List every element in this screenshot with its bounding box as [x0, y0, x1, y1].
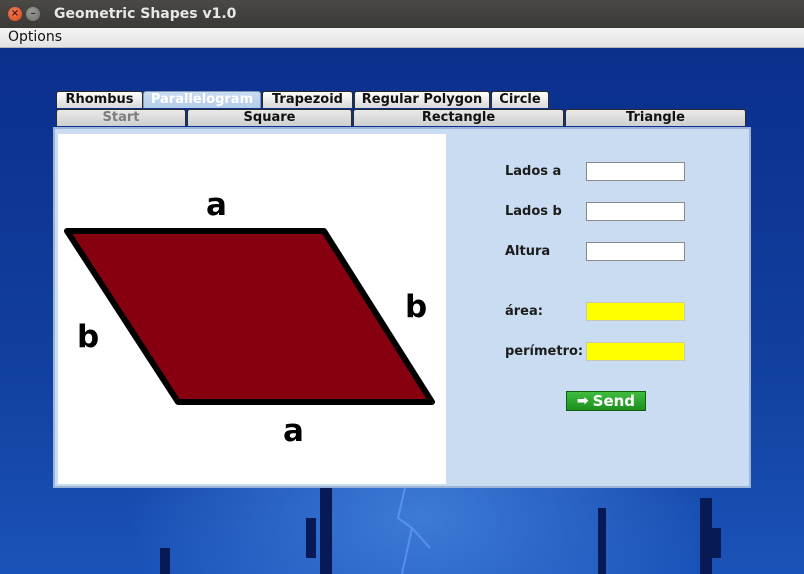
tab-triangle[interactable]: Triangle [565, 109, 746, 126]
title-bar: × – Geometric Shapes v1.0 [0, 0, 804, 28]
area-result-field[interactable] [586, 302, 685, 321]
send-button[interactable]: ➡ Send [566, 391, 646, 411]
label-lados-a: Lados a [505, 164, 562, 179]
parallelogram-panel: a a b b Lados a Lados b Altura área: per… [53, 127, 751, 488]
menu-options[interactable]: Options [8, 29, 62, 45]
minimize-icon[interactable]: – [26, 7, 40, 21]
tab-regular-polygon[interactable]: Regular Polygon [354, 91, 490, 108]
parallelogram-shape [64, 228, 435, 405]
tab-parallelogram[interactable]: Parallelogram [143, 91, 261, 108]
tab-rhombus[interactable]: Rhombus [56, 91, 143, 108]
close-icon[interactable]: × [8, 7, 22, 21]
side-label-bottom: a [283, 413, 304, 449]
tab-circle[interactable]: Circle [491, 91, 549, 108]
perimetro-result-field[interactable] [586, 342, 685, 361]
arrow-right-icon: ➡ [576, 393, 589, 409]
side-label-left: b [77, 319, 100, 355]
side-label-right: b [405, 289, 428, 325]
label-lados-b: Lados b [505, 204, 562, 219]
shape-drawing-area: a a b b [58, 134, 446, 484]
label-perimetro: perímetro: [505, 344, 584, 359]
lados-b-input[interactable] [586, 202, 685, 221]
tab-square[interactable]: Square [187, 109, 352, 126]
window-title: Geometric Shapes v1.0 [54, 6, 237, 22]
label-area: área: [505, 304, 543, 319]
tab-trapezoid[interactable]: Trapezoid [262, 91, 353, 108]
lados-a-input[interactable] [586, 162, 685, 181]
side-label-top: a [206, 187, 227, 223]
send-button-label: Send [592, 392, 636, 410]
tab-start[interactable]: Start [56, 109, 186, 126]
altura-input[interactable] [586, 242, 685, 261]
tab-rectangle[interactable]: Rectangle [353, 109, 564, 126]
menu-bar: Options [0, 28, 804, 48]
label-altura: Altura [505, 244, 551, 259]
